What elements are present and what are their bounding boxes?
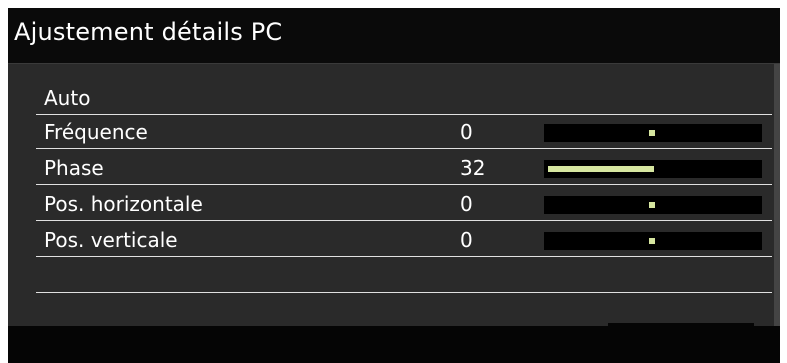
slider-indicator (649, 130, 655, 136)
menu-item-frequence[interactable]: Fréquence 0 (36, 116, 772, 149)
panel-edge (774, 64, 780, 326)
menu-item-value: 0 (460, 120, 473, 144)
menu-item-value: 0 (460, 192, 473, 216)
menu-item-auto[interactable]: Auto (36, 82, 772, 115)
window-title: Ajustement détails PC (14, 18, 283, 46)
menu-item-pos-horizontale[interactable]: Pos. horizontale 0 (36, 188, 772, 221)
menu-item-label: Phase (44, 156, 104, 180)
menu-item-value: 32 (460, 156, 486, 180)
slider-fill (548, 166, 654, 172)
pos-verticale-slider[interactable] (544, 232, 762, 250)
menu-item-label: Pos. horizontale (44, 192, 203, 216)
frequence-slider[interactable] (544, 124, 762, 142)
slider-indicator (649, 238, 655, 244)
menu-item-phase[interactable]: Phase 32 (36, 152, 772, 185)
slider-indicator (649, 202, 655, 208)
menu-item-value: 0 (460, 228, 473, 252)
menu-item-label: Pos. verticale (44, 228, 178, 252)
osd-menu: Ajustement détails PC Auto Fréquence 0 P… (8, 8, 780, 363)
phase-slider[interactable] (544, 160, 762, 178)
menu-item-label: Auto (44, 86, 91, 110)
title-bar: Ajustement détails PC (8, 8, 780, 64)
menu-divider (36, 292, 772, 293)
menu-item-label: Fréquence (44, 120, 148, 144)
menu-item-pos-verticale[interactable]: Pos. verticale 0 (36, 224, 772, 257)
pos-horizontale-slider[interactable] (544, 196, 762, 214)
footer-notch (608, 323, 754, 326)
footer-bar (8, 323, 780, 363)
menu-panel: Auto Fréquence 0 Phase 32 Pos. horizonta… (8, 64, 780, 326)
